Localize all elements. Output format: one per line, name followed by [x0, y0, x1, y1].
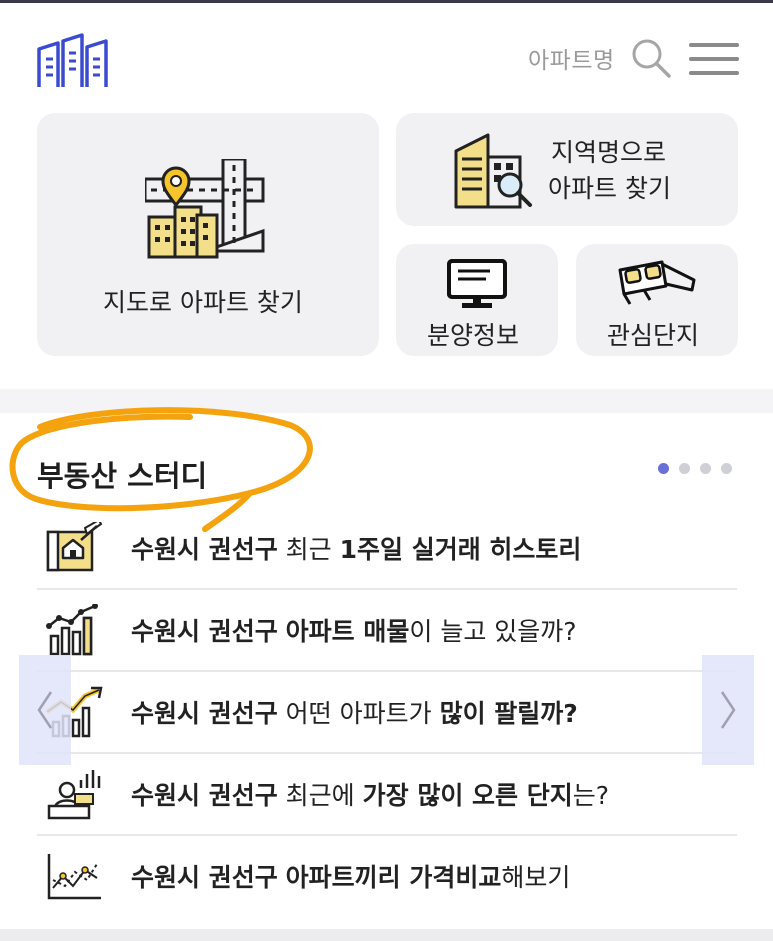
presenter-chart-icon	[47, 770, 101, 820]
carousel-next-button[interactable]	[702, 655, 754, 765]
region-search-label-line1: 지역명으로	[551, 138, 667, 167]
map-building-icon	[145, 159, 265, 259]
study-item-listings-increase[interactable]: 수원시 권선구 아파트 매물이 늘고 있을까?	[37, 590, 737, 672]
glasses-icon	[618, 260, 696, 305]
study-item-recent-transactions[interactable]: 수원시 권선구 최근 1주일 실거래 히스토리	[37, 508, 737, 590]
house-blueprint-icon	[46, 522, 103, 572]
real-estate-study-section: 부동산 스터디 수원시 권선구 최근 1주일 실거래 히스토리 수원시 권선구 …	[0, 407, 773, 929]
carousel-prev-button[interactable]	[19, 655, 71, 765]
pager-dot-4[interactable]	[721, 463, 732, 474]
study-item-price-compare[interactable]: 수원시 권선구 아파트끼리 가격비교해보기	[37, 836, 737, 918]
favorite-complex-tile[interactable]: 관심단지	[576, 244, 738, 356]
pager-dot-1[interactable]	[658, 463, 669, 474]
study-item-text: 수원시 권선구 최근 1주일 실거래 히스토리	[131, 535, 582, 564]
building-search-icon	[454, 133, 532, 209]
favorite-complex-label: 관심단지	[607, 321, 700, 350]
study-item-most-risen[interactable]: 수원시 권선구 최근에 가장 많이 오른 단지는?	[37, 754, 737, 836]
bar-chart-icon	[46, 604, 98, 656]
study-pager-dots[interactable]	[658, 463, 732, 474]
search-label[interactable]: 아파트명	[528, 41, 615, 75]
price-compare-icon	[47, 854, 101, 900]
study-item-text: 수원시 권선구 어떤 아파트가 많이 팔릴까?	[131, 699, 578, 728]
buildings-logo-icon[interactable]	[36, 33, 110, 89]
study-section-title: 부동산 스터디	[37, 459, 208, 493]
study-item-text: 수원시 권선구 아파트끼리 가격비교해보기	[131, 863, 571, 892]
chevron-right-icon	[720, 691, 736, 729]
study-item-text: 수원시 권선구 최근에 가장 많이 오른 단지는?	[131, 781, 610, 810]
monitor-icon	[447, 259, 507, 308]
sale-info-label: 분양정보	[427, 321, 520, 350]
study-item-most-sold[interactable]: 수원시 권선구 어떤 아파트가 많이 팔릴까?	[37, 672, 737, 754]
map-search-tile[interactable]: 지도로 아파트 찾기	[37, 113, 379, 356]
region-search-label-line2: 아파트 찾기	[548, 174, 671, 203]
pager-dot-3[interactable]	[700, 463, 711, 474]
study-item-text: 수원시 권선구 아파트 매물이 늘고 있을까?	[131, 617, 577, 646]
region-search-tile[interactable]: 지역명으로 아파트 찾기	[396, 113, 738, 226]
chevron-left-icon	[37, 691, 53, 729]
bottom-strip	[0, 929, 773, 941]
pager-dot-2[interactable]	[679, 463, 690, 474]
map-search-label: 지도로 아파트 찾기	[103, 288, 303, 317]
hamburger-menu-icon[interactable]	[689, 41, 739, 77]
search-icon[interactable]	[630, 37, 672, 79]
sale-info-tile[interactable]: 분양정보	[396, 244, 558, 356]
